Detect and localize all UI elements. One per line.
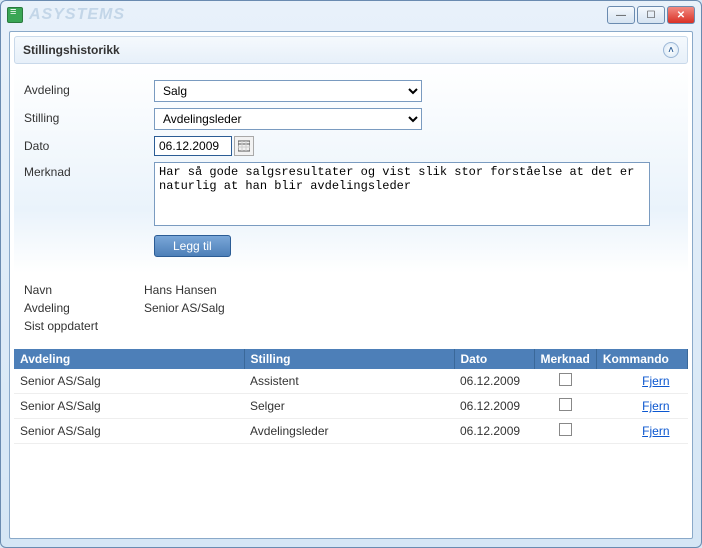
select-avdeling[interactable]: Salg [154, 80, 422, 102]
col-merknad: Merknad [534, 349, 596, 369]
history-grid: Avdeling Stilling Dato Merknad Kommando … [14, 349, 688, 444]
collapse-icon[interactable]: ˄ [663, 42, 679, 58]
row-merknad: Merknad [24, 162, 678, 229]
info-label-navn: Navn [24, 283, 144, 297]
info-block: Navn Hans Hansen Avdeling Senior AS/Salg… [14, 273, 688, 349]
row-add: Legg til [24, 235, 678, 257]
info-sist-oppdatert: Sist oppdatert [24, 319, 678, 333]
titlebar: ASYSTEMS — ☐ ✕ [1, 1, 701, 29]
panel-title: Stillingshistorikk [23, 43, 120, 57]
calendar-icon [238, 140, 250, 152]
cell-kommando: Fjern [596, 419, 687, 444]
info-value-navn: Hans Hansen [144, 283, 217, 297]
textarea-merknad[interactable] [154, 162, 650, 226]
cell-kommando: Fjern [596, 394, 687, 419]
remove-link[interactable]: Fjern [642, 399, 669, 413]
remove-link[interactable]: Fjern [642, 374, 669, 388]
app-window: ASYSTEMS — ☐ ✕ Stillingshistorikk ˄ Avde… [0, 0, 702, 548]
label-merknad: Merknad [24, 162, 154, 179]
info-navn: Navn Hans Hansen [24, 283, 678, 297]
row-stilling: Stilling Avdelingsleder [24, 108, 678, 130]
grid-header-row: Avdeling Stilling Dato Merknad Kommando [14, 349, 688, 369]
col-dato: Dato [454, 349, 534, 369]
col-avdeling: Avdeling [14, 349, 244, 369]
calendar-button[interactable] [234, 136, 254, 156]
label-avdeling: Avdeling [24, 80, 154, 97]
col-kommando: Kommando [596, 349, 687, 369]
cell-dato: 06.12.2009 [454, 419, 534, 444]
cell-avdeling: Senior AS/Salg [14, 394, 244, 419]
info-label-avdeling: Avdeling [24, 301, 144, 315]
add-button[interactable]: Legg til [154, 235, 231, 257]
row-dato: Dato [24, 136, 678, 156]
cell-stilling: Selger [244, 394, 454, 419]
checkbox-icon[interactable] [559, 373, 572, 386]
label-dato: Dato [24, 136, 154, 153]
panel-header: Stillingshistorikk ˄ [14, 36, 688, 64]
label-stilling: Stilling [24, 108, 154, 125]
minimize-button[interactable]: — [607, 6, 635, 24]
cell-avdeling: Senior AS/Salg [14, 419, 244, 444]
cell-dato: 06.12.2009 [454, 369, 534, 394]
cell-stilling: Avdelingsleder [244, 419, 454, 444]
remove-link[interactable]: Fjern [642, 424, 669, 438]
app-icon [7, 7, 23, 23]
checkbox-icon[interactable] [559, 398, 572, 411]
cell-merknad [534, 369, 596, 394]
info-avdeling: Avdeling Senior AS/Salg [24, 301, 678, 315]
row-avdeling: Avdeling Salg [24, 80, 678, 102]
app-watermark: ASYSTEMS [29, 6, 125, 24]
col-stilling: Stilling [244, 349, 454, 369]
info-value-avdeling: Senior AS/Salg [144, 301, 225, 315]
cell-avdeling: Senior AS/Salg [14, 369, 244, 394]
table-row: Senior AS/Salg Selger 06.12.2009 Fjern [14, 394, 688, 419]
input-dato[interactable] [154, 136, 232, 156]
cell-dato: 06.12.2009 [454, 394, 534, 419]
form-area: Avdeling Salg Stilling Avdelingsleder Da… [14, 64, 688, 273]
table-row: Senior AS/Salg Assistent 06.12.2009 Fjer… [14, 369, 688, 394]
select-stilling[interactable]: Avdelingsleder [154, 108, 422, 130]
checkbox-icon[interactable] [559, 423, 572, 436]
maximize-button[interactable]: ☐ [637, 6, 665, 24]
cell-kommando: Fjern [596, 369, 687, 394]
titlebar-left: ASYSTEMS [7, 6, 125, 24]
cell-merknad [534, 419, 596, 444]
table-row: Senior AS/Salg Avdelingsleder 06.12.2009… [14, 419, 688, 444]
window-buttons: — ☐ ✕ [607, 6, 695, 24]
content-area: Stillingshistorikk ˄ Avdeling Salg Still… [9, 31, 693, 539]
close-button[interactable]: ✕ [667, 6, 695, 24]
cell-stilling: Assistent [244, 369, 454, 394]
cell-merknad [534, 394, 596, 419]
info-label-sist-oppdatert: Sist oppdatert [24, 319, 144, 333]
